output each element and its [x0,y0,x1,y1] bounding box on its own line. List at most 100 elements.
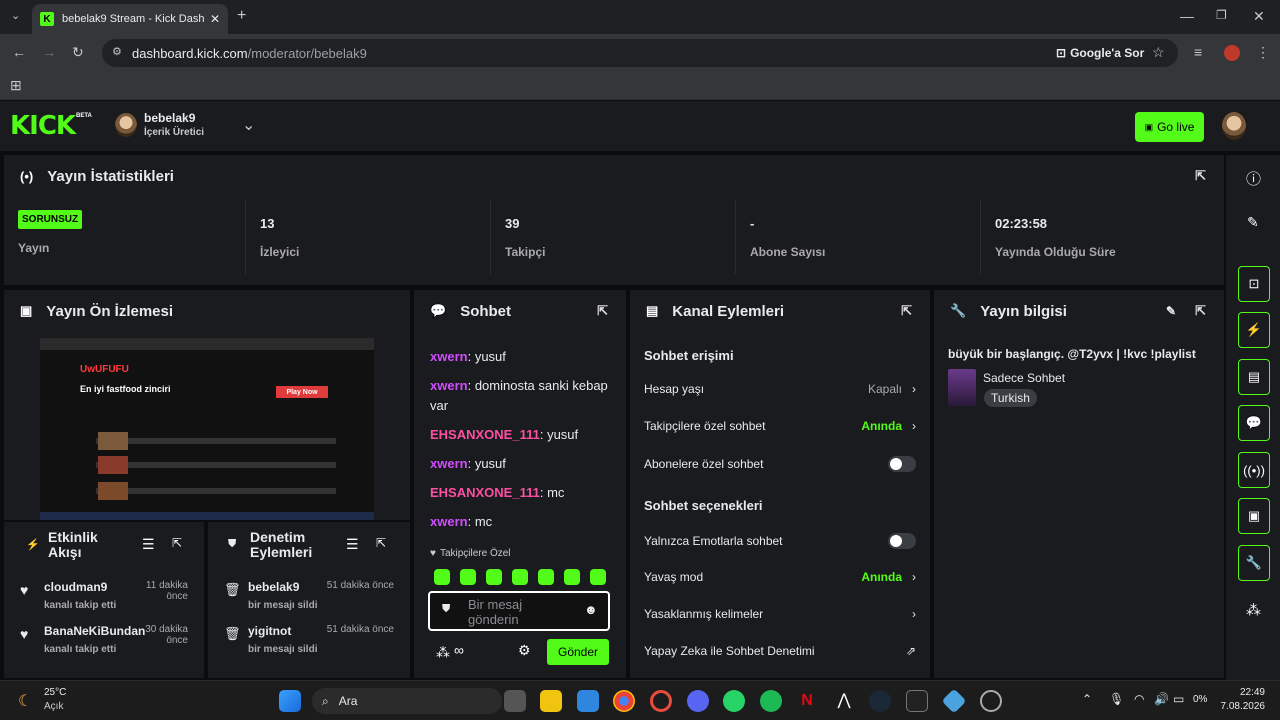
clock-date[interactable]: 7.08.2026 [1215,701,1266,712]
chevron-down-icon[interactable]: ⌄ [242,115,255,135]
sidebar-broadcast-icon[interactable]: ((•)) [1238,452,1270,488]
edit-icon[interactable]: ✎ [1166,304,1176,318]
app-icon[interactable] [941,688,967,714]
bolt-icon: ⚡ [26,539,40,551]
minimize-icon[interactable]: — [1180,8,1194,24]
preview-video[interactable]: UwUFUFU En iyi fastfood zinciri Play Now [40,338,374,520]
chat-icon: 💬 [430,303,447,318]
account-age-value: Kapalı [867,382,902,396]
new-tab-icon[interactable]: + [237,7,246,25]
emote-only-toggle[interactable] [888,533,916,549]
kick-logo[interactable]: KICK [10,111,76,141]
emote-icon[interactable] [564,569,580,585]
chrome-icon[interactable] [613,690,635,712]
popout-icon[interactable]: ⇱ [1195,168,1206,184]
chat-message-list[interactable]: xwern: yusuf xwern: dominosta sanki kebap… [430,347,614,541]
task-view-icon[interactable] [504,690,526,712]
close-tab-icon[interactable]: ✕ [210,12,220,26]
obs-icon[interactable] [980,690,1002,712]
whatsapp-icon[interactable] [723,690,745,712]
volume-icon[interactable]: 🔊 [1154,692,1169,706]
discord-icon[interactable] [687,690,709,712]
chat-username[interactable]: xwern [430,456,468,471]
tray-chevron-icon[interactable]: ⌃ [1082,692,1092,706]
forward-icon[interactable]: → [42,44,56,60]
menu-dots-icon[interactable]: ⋮ [1256,44,1270,61]
wifi-icon[interactable]: ◠ [1134,692,1144,706]
microphone-icon[interactable]: 🎙 [1109,692,1124,706]
emote-icon[interactable] [486,569,502,585]
viewers-value: 13 [260,216,275,231]
community-icon[interactable]: ⁂ [436,644,450,661]
epic-games-icon[interactable] [906,690,928,712]
site-info-icon[interactable]: ⚙ [112,45,122,58]
tab-list-icon[interactable]: ⌄ [11,9,20,22]
info-icon[interactable]: ⓘ [1246,168,1261,189]
chat-username[interactable]: xwern [430,514,468,529]
send-button[interactable]: Gönder [547,639,609,665]
popout-icon[interactable]: ⇱ [376,536,386,550]
sidebar-screen-icon[interactable]: ⊡ [1238,266,1270,302]
sidebar-community-icon[interactable]: ⁂ [1246,601,1261,619]
account-age-row[interactable]: Hesap yaşı Kapalı › [644,382,916,396]
file-explorer-icon[interactable] [540,690,562,712]
chat-username[interactable]: EHSANXONE_111 [430,427,540,442]
netflix-icon[interactable]: N [796,690,818,712]
chat-username[interactable]: EHSANXONE_111 [430,485,540,500]
url-field[interactable]: ⚙ dashboard.kick.com/moderator/bebelak9 … [102,39,1178,67]
profile-avatar[interactable] [1224,45,1240,61]
clock-time[interactable]: 22:49 [1225,687,1265,698]
emote-icon[interactable] [460,569,476,585]
chat-username[interactable]: xwern [430,349,468,364]
ai-moderation-row[interactable]: Yapay Zeka ile Sohbet Denetimi ⇗ [644,644,916,658]
popout-icon[interactable]: ⇱ [172,536,182,550]
go-live-label: Go live [1157,120,1195,134]
app-icon[interactable]: ⋀ [833,690,855,712]
window-close-icon[interactable]: ✕ [1253,8,1265,25]
account-avatar[interactable] [1222,112,1246,140]
reload-icon[interactable]: ↻ [72,44,84,61]
chat-placeholder: Bir mesaj gönderin [468,597,523,627]
taskbar-search[interactable]: ⌕ Ara [312,688,502,714]
chat-input[interactable]: ⛊ Bir mesaj gönderin ☻ [428,591,610,631]
banned-words-row[interactable]: Yasaklanmış kelimeler › [644,607,916,621]
emoji-icon[interactable]: ☻ [584,602,598,617]
sidebar-layout-icon[interactable]: ▣ [1238,498,1270,534]
sidebar-bolt-icon[interactable]: ⚡ [1238,312,1270,348]
filter-icon[interactable]: ☰ [346,536,359,553]
sidebar-notes-icon[interactable]: ▤ [1238,359,1270,395]
subs-chat-toggle[interactable] [888,456,916,472]
followers-chat-row[interactable]: Takipçilere özel sohbet Anında › [644,419,916,433]
sidebar-wrench-icon[interactable]: 🔧 [1238,545,1270,581]
emote-icon[interactable] [538,569,554,585]
settings-gear-icon[interactable]: ⚙ [518,642,531,659]
slow-mode-row[interactable]: Yavaş mod Anında › [644,570,916,584]
restore-icon[interactable]: ❐ [1216,8,1227,22]
spotify-icon[interactable] [760,690,782,712]
battery-icon[interactable]: ▭ [1173,692,1184,706]
filter-icon[interactable]: ☰ [142,536,155,553]
media-controls-icon[interactable]: ≡ [1194,44,1202,60]
sidebar-chat-icon[interactable]: 💬 [1238,405,1270,441]
emote-icon[interactable] [434,569,450,585]
infinity-icon[interactable]: ∞ [454,642,464,658]
windows-start-icon[interactable] [279,690,301,712]
go-live-button[interactable]: ▣ Go live [1135,112,1204,142]
opera-icon[interactable] [650,690,672,712]
edit-icon[interactable]: ✎ [1247,214,1259,231]
popout-icon[interactable]: ⇱ [1195,303,1206,319]
store-icon[interactable] [577,690,599,712]
steam-icon[interactable] [869,690,891,712]
stats-title: Yayın İstatistikleri [47,167,174,185]
popout-icon[interactable]: ⇱ [597,303,608,319]
bookmark-star-icon[interactable]: ☆ [1152,44,1165,61]
apps-grid-icon[interactable]: ⊞ [10,77,22,94]
wrench-icon: 🔧 [950,303,967,318]
browser-tab[interactable]: K bebelak9 Stream - Kick Dashbo ✕ [32,4,228,34]
popout-icon[interactable]: ⇱ [901,303,912,319]
emote-icon[interactable] [512,569,528,585]
emote-icon[interactable] [590,569,606,585]
back-icon[interactable]: ← [12,44,26,60]
chat-username[interactable]: xwern [430,378,468,393]
google-lens-button[interactable]: ⊡ Google'a Sor [1048,43,1152,63]
